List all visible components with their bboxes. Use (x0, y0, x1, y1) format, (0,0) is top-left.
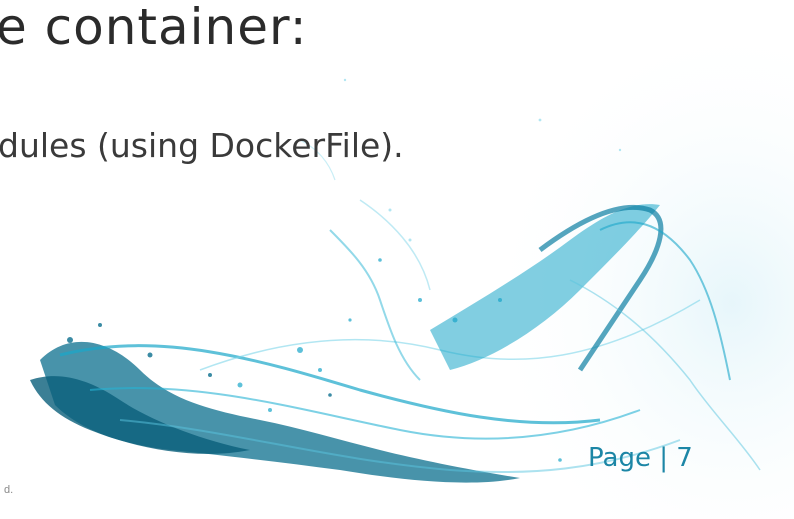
footer-text: d. (4, 484, 14, 496)
bullet-text: dules (using DockerFile). (0, 126, 404, 165)
page-number: Page | 7 (588, 443, 693, 473)
slide: e container: dules (using DockerFile). P… (0, 0, 794, 519)
slide-heading: e container: (0, 0, 308, 56)
